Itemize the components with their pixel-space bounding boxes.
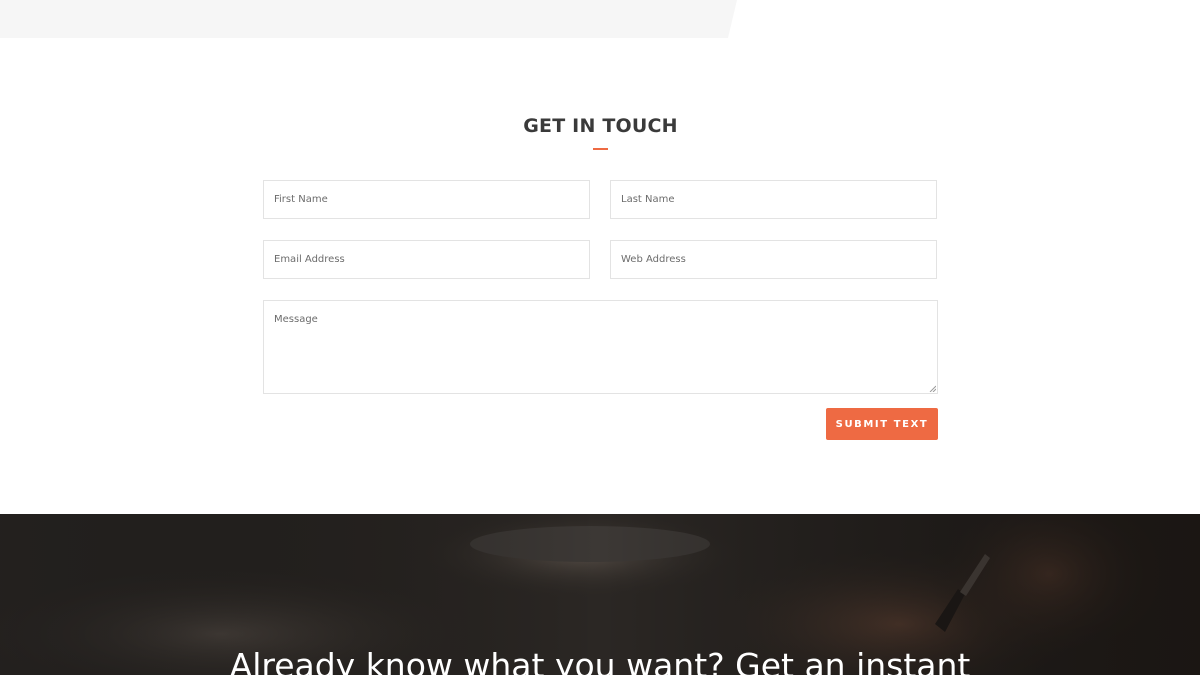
first-name-field[interactable]: First Name: [263, 180, 590, 219]
contact-section: GET IN TOUCH First Name Last Name Email …: [263, 110, 938, 440]
message-field[interactable]: Message: [263, 300, 938, 394]
web-address-placeholder: Web Address: [621, 254, 686, 265]
submit-button[interactable]: SUBMIT TEXT: [826, 408, 938, 440]
web-address-field[interactable]: Web Address: [610, 240, 937, 279]
first-name-placeholder: First Name: [274, 194, 328, 205]
banner-headline: Already know what you want? Get an insta…: [229, 646, 971, 675]
email-field[interactable]: Email Address: [263, 240, 590, 279]
section-title: GET IN TOUCH: [523, 115, 678, 137]
top-section-edge: [0, 0, 1200, 40]
last-name-placeholder: Last Name: [621, 194, 675, 205]
cta-banner: Already know what you want? Get an insta…: [0, 514, 1200, 675]
resize-handle-icon[interactable]: [929, 385, 936, 392]
page: GET IN TOUCH First Name Last Name Email …: [0, 0, 1200, 675]
email-placeholder: Email Address: [274, 254, 345, 265]
message-placeholder: Message: [274, 314, 318, 325]
title-underline: [593, 148, 608, 150]
last-name-field[interactable]: Last Name: [610, 180, 937, 219]
